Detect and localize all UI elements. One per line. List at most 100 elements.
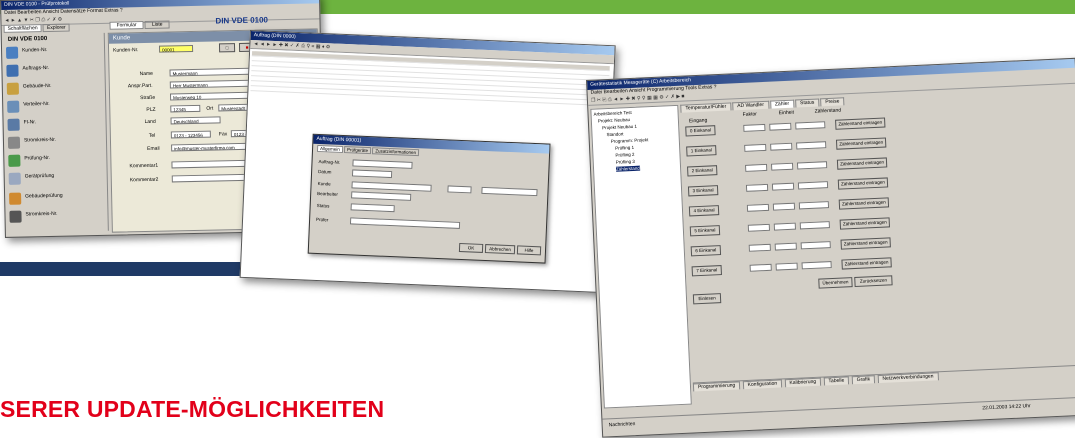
channel-button[interactable]: 3 Einkanal (687, 185, 719, 197)
tab-ad-wandler[interactable]: AD Wandler (732, 100, 770, 111)
date-field[interactable] (351, 169, 393, 179)
factor-field[interactable] (749, 263, 772, 272)
unit-select[interactable] (771, 182, 795, 191)
counter-field[interactable] (796, 141, 827, 150)
tab-temperatur[interactable]: Temperatur/Fühler (680, 102, 732, 113)
tree-item[interactable]: Programm: Projekt (611, 137, 649, 144)
channel-button[interactable]: 0 Einkanal (685, 125, 716, 137)
zip-field[interactable]: 12345 (170, 104, 201, 113)
channel-button[interactable]: 4 Einkanal (688, 205, 720, 217)
tab-liste[interactable]: Liste (144, 20, 170, 29)
email-field[interactable]: info@muster-musterfirma.com (171, 142, 252, 152)
factor-field[interactable] (745, 183, 769, 192)
data-grid[interactable] (246, 49, 614, 145)
enter-counter-button[interactable]: Zählerstand eintragen (838, 197, 890, 210)
counter-field[interactable] (798, 201, 830, 210)
enter-counter-button[interactable]: Zählerstand eintragen (835, 137, 887, 150)
tree-item[interactable]: Projekt: Neubau (598, 117, 630, 123)
tab-tabelle[interactable]: Tabelle (823, 376, 850, 386)
sidebar-item-geraet[interactable]: Gerätprüfung (25, 173, 55, 180)
tab-pruefgeraete[interactable]: Prüfgeräte (343, 146, 372, 155)
enter-counter-button[interactable]: Zählerstand eintragen (840, 237, 891, 250)
tab-netzwerk[interactable]: Netzwerkverbindungen (877, 372, 939, 384)
tab-zaehler[interactable]: Zähler (769, 99, 795, 109)
tab-zusatzinformationen[interactable]: Zusatzinformationen (372, 147, 420, 157)
tab-grafik[interactable]: Grafik (851, 375, 876, 385)
channel-button[interactable]: 5 Einkanal (689, 225, 721, 237)
fi-icon[interactable] (7, 118, 20, 131)
search-icon[interactable] (8, 172, 21, 185)
unit-select[interactable] (773, 222, 797, 231)
unit-select[interactable] (774, 242, 797, 251)
unit-select[interactable] (770, 162, 794, 171)
unit-select[interactable] (775, 262, 798, 271)
tree-item[interactable]: Prüfling 3 (616, 159, 635, 165)
country-field[interactable]: Deutschland (170, 116, 221, 125)
building-test-icon[interactable] (9, 192, 22, 205)
tree-item[interactable]: Prüfling 1 (615, 145, 634, 151)
tree-item[interactable]: Projekt Neubau 1 (602, 124, 637, 131)
sidebar-item-verteiler[interactable]: Verteiler-Nr. (23, 101, 50, 108)
tree-item[interactable]: Prüfling 2 (615, 152, 634, 158)
counter-field[interactable] (795, 121, 826, 130)
order-icon[interactable] (6, 64, 19, 77)
tab-kalibrierung[interactable]: Kalibrierung (784, 377, 822, 388)
customer-icon[interactable] (5, 46, 19, 59)
channel-button[interactable]: 6 Einkanal (690, 245, 722, 257)
counter-field[interactable] (800, 241, 831, 250)
reset-button[interactable]: Zurücksetzen (854, 275, 893, 288)
factor-field[interactable] (747, 223, 771, 232)
unit-select[interactable] (770, 142, 793, 151)
contact-field[interactable]: Herr Mustermann (169, 79, 250, 89)
tab-programmierung[interactable]: Programmierung (692, 381, 741, 392)
sidebar-item-gebaeude[interactable]: Gebäude-Nr. (23, 83, 52, 90)
tab-konfiguration[interactable]: Konfiguration (742, 379, 783, 390)
distributor-icon[interactable] (7, 100, 20, 113)
factor-field[interactable] (743, 123, 766, 132)
name-field[interactable]: Mustermann (169, 67, 250, 77)
test-icon[interactable] (8, 154, 21, 167)
factor-field[interactable] (746, 203, 770, 212)
project-tree[interactable]: Arbeitsbereich Test Projekt: Neubau Proj… (590, 104, 692, 409)
counter-field[interactable] (801, 261, 832, 270)
channel-button[interactable]: 1 Einkanal (686, 145, 717, 157)
sidebar-item-auftrag[interactable]: Auftrags-Nr. (22, 65, 49, 72)
comment2-field[interactable] (171, 173, 252, 183)
order-number-field[interactable] (352, 159, 413, 169)
read-in-button[interactable]: Einlesen (692, 293, 722, 305)
counter-field[interactable] (797, 181, 829, 190)
aux-field[interactable] (481, 186, 538, 197)
tab-preise[interactable]: Preise (820, 97, 845, 107)
sidebar-item-stromkreis-2[interactable]: Stromkreis-Nr. (25, 211, 57, 218)
building-icon[interactable] (6, 82, 19, 95)
cancel-button[interactable]: Abbrechen (484, 244, 516, 255)
help-button[interactable]: Hilfe (516, 245, 542, 256)
new-record-button[interactable]: □ (218, 43, 236, 53)
tree-item[interactable]: Standort (606, 131, 623, 137)
sidebar-item-stromkreis[interactable]: Stromkreis-Nr. (24, 137, 56, 144)
tab-explorer[interactable]: Explorer (42, 23, 70, 33)
sidebar-item-fi[interactable]: FI-Nr. (24, 119, 37, 125)
channel-button[interactable]: 2 Einkanal (687, 165, 718, 177)
tree-item[interactable]: Arbeitsbereich Test (593, 110, 631, 117)
tester-select[interactable] (349, 217, 461, 229)
aux-select[interactable] (447, 185, 472, 194)
gear-icon[interactable] (9, 210, 22, 223)
tab-formular[interactable]: Formular (109, 20, 144, 30)
factor-field[interactable] (748, 243, 771, 252)
factor-field[interactable] (745, 163, 768, 172)
enter-counter-button[interactable]: Zählerstand eintragen (841, 257, 892, 270)
counter-field[interactable] (796, 161, 828, 170)
enter-counter-button[interactable]: Zählerstand eintragen (837, 177, 889, 190)
unit-select[interactable] (769, 122, 792, 131)
circuit-icon[interactable] (7, 136, 21, 149)
editor-field[interactable] (351, 191, 412, 201)
sidebar-item-pruefung[interactable]: Prüfung-Nr. (24, 155, 50, 162)
tab-allgemein[interactable]: Allgemein (316, 144, 343, 153)
factor-field[interactable] (744, 143, 767, 152)
phone-field[interactable]: 0123 - 123456 (170, 130, 211, 139)
customer-select[interactable] (351, 181, 432, 192)
enter-counter-button[interactable]: Zählerstand eintragen (839, 217, 890, 230)
tree-item-selected[interactable]: Zählerstand (615, 165, 640, 172)
tab-schaltflaechen[interactable]: Schaltflächen (3, 24, 42, 33)
